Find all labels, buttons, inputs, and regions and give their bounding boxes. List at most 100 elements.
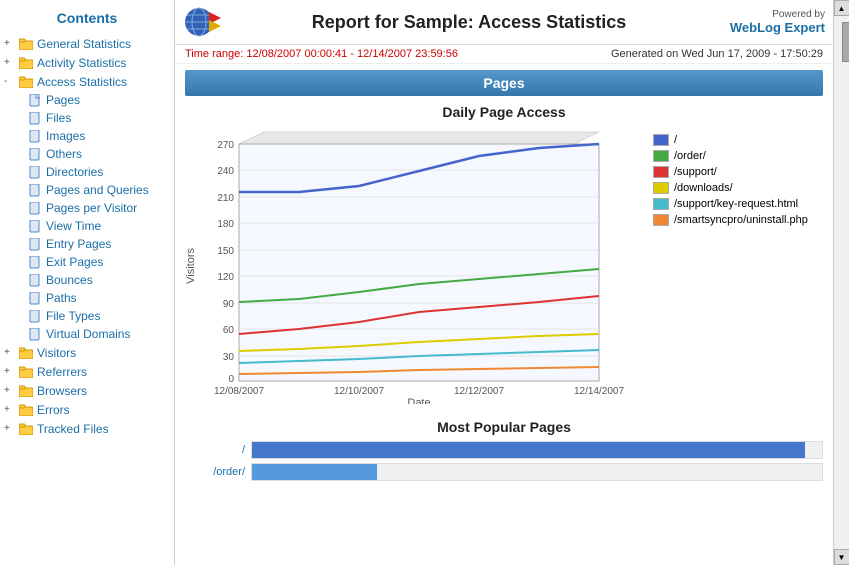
sidebar-item-others[interactable]: Others [0,145,174,163]
sidebar-item-images[interactable]: Images [0,127,174,145]
page-icon [28,310,42,322]
bar-row-order: /order/ [185,463,823,481]
bar-fill-order [252,464,377,480]
svg-text:240: 240 [217,166,234,177]
sidebar-item-directories[interactable]: Directories [0,163,174,181]
powered-by-label: Powered by [715,9,825,20]
sidebar-item-referrers[interactable]: + Referrers [0,363,174,381]
folder-icon [18,57,34,69]
legend-color-uninstall [653,214,669,226]
sidebar-item-errors[interactable]: + Errors [0,401,174,419]
weblog-expert-link[interactable]: WebLog Expert [715,20,825,35]
weblog-brand: Powered by WebLog Expert [715,9,825,35]
svg-text:12/12/2007: 12/12/2007 [454,386,504,397]
expand-icon: + [4,38,16,50]
legend-item-key-request: /support/key-request.html [653,198,823,210]
scrollbar-right[interactable]: ▲ ▼ [833,0,849,565]
sidebar-group-errors: + Errors [0,401,174,419]
report-title: Report for Sample: Access Statistics [223,12,715,33]
sidebar-item-view-time[interactable]: View Time [0,217,174,235]
svg-text:210: 210 [217,193,234,204]
sidebar-label-access: Access Statistics [37,75,127,89]
legend-label-uninstall: /smartsyncpro/uninstall.php [674,214,808,226]
legend-label-key-request: /support/key-request.html [674,198,798,210]
sidebar-label-activity: Activity Statistics [37,56,126,70]
svg-text:30: 30 [223,352,235,363]
legend-color-support [653,166,669,178]
sidebar-item-bounces[interactable]: Bounces [0,271,174,289]
page-icon [28,274,42,286]
page-icon [28,166,42,178]
legend-color-order [653,150,669,162]
expand-icon: + [4,423,16,435]
folder-icon-access [18,76,34,88]
line-chart-svg: 270 240 210 180 150 120 90 60 30 0 12/08… [199,124,629,404]
svg-text:120: 120 [217,272,234,283]
sidebar-item-file-types[interactable]: File Types [0,307,174,325]
sidebar-item-activity-statistics[interactable]: + Activity Statistics [0,54,174,72]
expand-icon: + [4,404,16,416]
sidebar-label-general: General Statistics [37,37,131,51]
sidebar-item-access-statistics[interactable]: - Access Statistics [0,73,174,91]
legend-color-key-request [653,198,669,210]
svg-text:150: 150 [217,246,234,257]
bar-label-order[interactable]: /order/ [185,466,245,478]
page-icon [28,184,42,196]
scroll-thumb[interactable] [842,22,849,62]
bar-row-root: / [185,441,823,459]
sidebar-item-entry-pages[interactable]: Entry Pages [0,235,174,253]
page-icon [28,94,42,106]
popular-section: Most Popular Pages / /order/ [185,419,823,485]
sidebar-title: Contents [0,4,174,34]
page-icon [28,148,42,160]
time-range-bar: Time range: 12/08/2007 00:00:41 - 12/14/… [175,45,833,64]
sidebar-group-browsers: + Browsers [0,382,174,400]
svg-text:180: 180 [217,219,234,230]
svg-text:90: 90 [223,299,235,310]
legend-color-root [653,134,669,146]
main-content: Report for Sample: Access Statistics Pow… [175,0,833,565]
sidebar-item-virtual-domains[interactable]: Virtual Domains [0,325,174,343]
svg-text:60: 60 [223,325,235,336]
popular-pages-title: Most Popular Pages [185,419,823,435]
sidebar-item-files[interactable]: Files [0,109,174,127]
svg-text:Date: Date [407,397,430,404]
scroll-down-button[interactable]: ▼ [834,549,849,565]
legend-label-root: / [674,134,677,146]
sidebar-item-pages[interactable]: Pages [0,91,174,109]
legend-item-downloads: /downloads/ [653,182,823,194]
sidebar-access-items: Pages Files Images Others Directories Pa… [0,91,174,343]
expand-icon: + [4,57,16,69]
folder-icon [18,347,34,359]
page-icon [28,292,42,304]
legend-item-root: / [653,134,823,146]
sidebar-item-tracked-files[interactable]: + Tracked Files [0,420,174,438]
expand-icon: + [4,347,16,359]
y-axis-label: Visitors [185,248,197,284]
bar-track-order [251,463,823,481]
time-range-text: Time range: 12/08/2007 00:00:41 - 12/14/… [185,48,458,60]
sidebar-item-browsers[interactable]: + Browsers [0,382,174,400]
bar-label-root[interactable]: / [185,444,245,456]
sidebar-group-general: + General Statistics [0,35,174,53]
sidebar-item-general-statistics[interactable]: + General Statistics [0,35,174,53]
legend-item-order: /order/ [653,150,823,162]
logo-area [183,4,223,40]
svg-text:12/14/2007: 12/14/2007 [574,386,624,397]
folder-icon [18,385,34,397]
expand-icon: + [4,366,16,378]
scroll-up-button[interactable]: ▲ [834,0,849,16]
page-icon [28,238,42,250]
sidebar: Contents + General Statistics + Activity… [0,0,175,565]
expand-icon-access: - [4,76,16,88]
sidebar-group-access: - Access Statistics Pages Files Images O… [0,73,174,343]
sidebar-group-visitors: + Visitors [0,344,174,362]
sidebar-item-visitors[interactable]: + Visitors [0,344,174,362]
svg-text:12/10/2007: 12/10/2007 [334,386,384,397]
sidebar-item-pages-queries[interactable]: Pages and Queries [0,181,174,199]
page-header: Report for Sample: Access Statistics Pow… [175,0,833,45]
legend-label-order: /order/ [674,150,706,162]
sidebar-item-pages-visitor[interactable]: Pages per Visitor [0,199,174,217]
sidebar-item-paths[interactable]: Paths [0,289,174,307]
sidebar-item-exit-pages[interactable]: Exit Pages [0,253,174,271]
